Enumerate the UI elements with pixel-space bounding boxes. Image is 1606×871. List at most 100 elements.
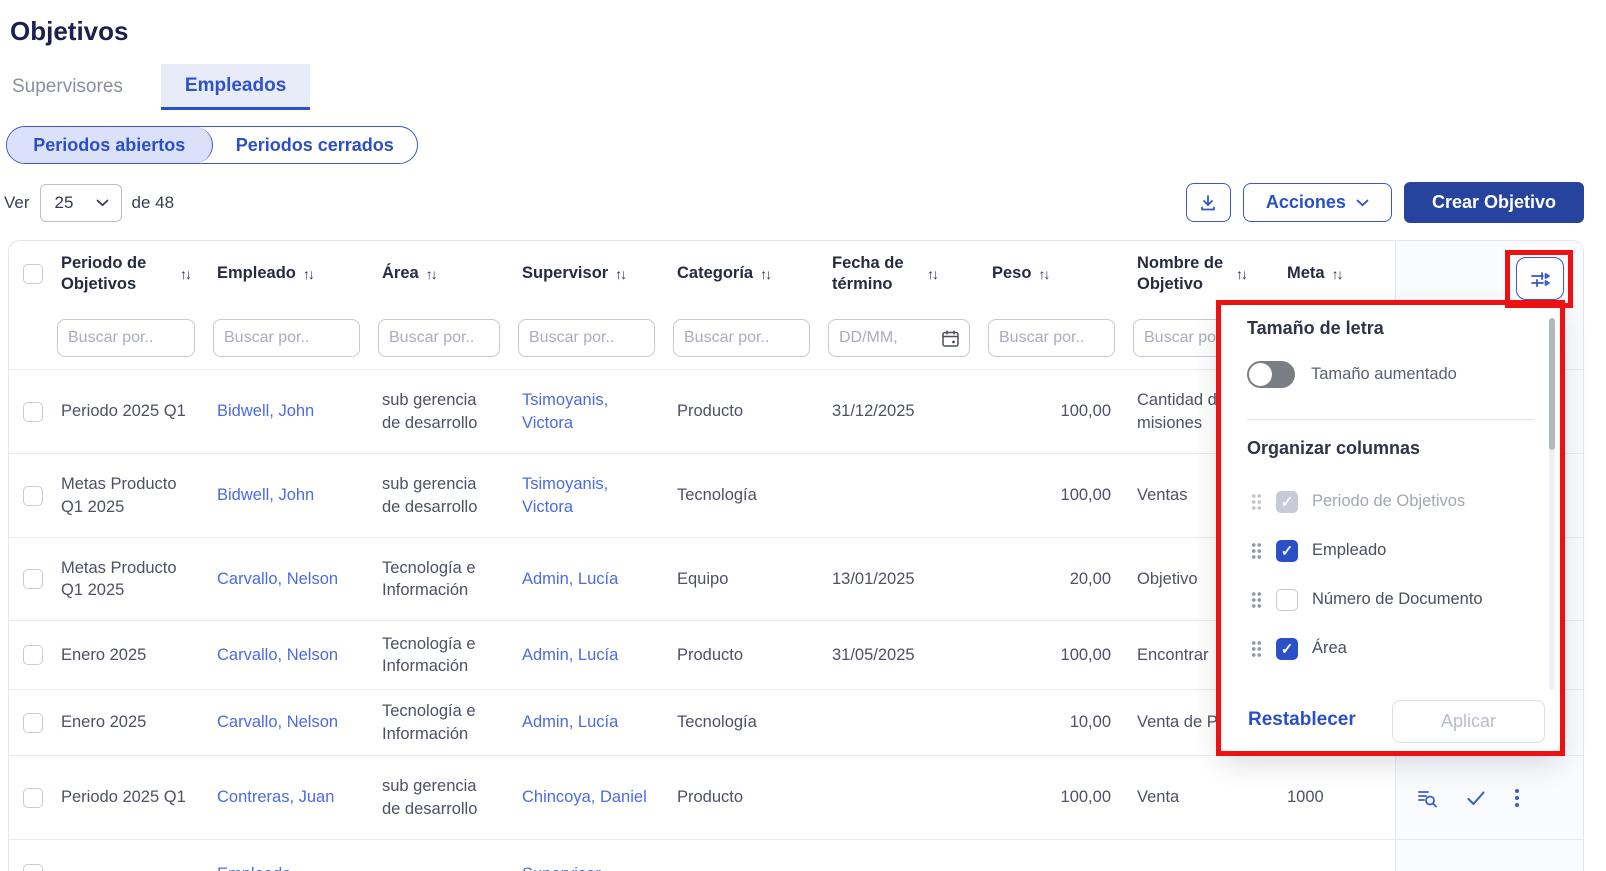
table-row: Periodo 2025 Q1 Contreras, Juan sub gere… bbox=[9, 755, 1583, 839]
cell-area: sub gerencia de desarrollo bbox=[370, 370, 510, 453]
row-checkbox[interactable] bbox=[23, 402, 43, 422]
cell-fecha: 31/12/2025 bbox=[820, 370, 980, 453]
cell-empleado-link[interactable]: Empleado bbox=[205, 840, 370, 871]
cell-fecha bbox=[820, 756, 980, 839]
column-label: Área bbox=[1312, 639, 1347, 658]
cell-peso: 20,00 bbox=[980, 538, 1125, 620]
tab-supervisores[interactable]: Supervisores bbox=[10, 64, 147, 110]
col-header-periodo[interactable]: Periodo de Objetivos ↑↓ bbox=[49, 241, 205, 307]
col-header-empleado[interactable]: Empleado ↑↓ bbox=[205, 241, 370, 307]
popup-scrollbar-thumb[interactable] bbox=[1549, 318, 1555, 450]
cell-fecha: 31/05/2025 bbox=[820, 621, 980, 689]
column-checkbox[interactable] bbox=[1276, 589, 1298, 611]
cell-area: sub gerencia de desarrollo bbox=[370, 756, 510, 839]
column-settings-button[interactable] bbox=[1516, 257, 1564, 300]
cell-empleado-link[interactable]: Carvallo, Nelson bbox=[205, 538, 370, 620]
fecha-termino-date-input[interactable]: DD/MM, bbox=[828, 319, 970, 357]
col-header-area[interactable]: Área ↑↓ bbox=[370, 241, 510, 307]
cell-empleado-link[interactable]: Contreras, Juan bbox=[205, 756, 370, 839]
col-label: Supervisor bbox=[522, 263, 608, 284]
cell-peso: 10,00 bbox=[980, 690, 1125, 755]
popup-footer: Restablecer Aplicar bbox=[1221, 698, 1560, 746]
crear-objetivo-button[interactable]: Crear Objetivo bbox=[1404, 182, 1584, 223]
search-area-input[interactable] bbox=[378, 319, 500, 357]
col-header-categoria[interactable]: Categoría ↑↓ bbox=[665, 241, 820, 307]
drag-handle-icon[interactable] bbox=[1251, 542, 1262, 559]
kebab-menu-icon[interactable] bbox=[1514, 787, 1520, 809]
row-checkbox[interactable] bbox=[23, 864, 43, 871]
column-list-item: Empleado bbox=[1221, 526, 1560, 575]
cell-empleado-link[interactable]: Carvallo, Nelson bbox=[205, 621, 370, 689]
cell-periodo bbox=[49, 840, 205, 871]
acciones-label: Acciones bbox=[1266, 192, 1346, 213]
drag-handle-icon[interactable] bbox=[1251, 493, 1262, 510]
sort-icon: ↑↓ bbox=[180, 266, 190, 282]
cell-supervisor-link[interactable]: Supervisor bbox=[510, 840, 665, 871]
chevron-down-icon bbox=[1356, 199, 1369, 207]
cell-fecha: 13/01/2025 bbox=[820, 538, 980, 620]
download-button[interactable] bbox=[1186, 183, 1231, 222]
cell-supervisor-link[interactable]: Admin, Lucía bbox=[510, 690, 665, 755]
cell-periodo: Enero 2025 bbox=[49, 621, 205, 689]
restablecer-button[interactable]: Restablecer bbox=[1248, 709, 1356, 731]
row-checkbox[interactable] bbox=[23, 645, 43, 665]
col-header-meta[interactable]: Meta ↑↓ bbox=[1275, 241, 1395, 307]
row-checkbox[interactable] bbox=[23, 569, 43, 589]
cell-periodo: Enero 2025 bbox=[49, 690, 205, 755]
tab-empleados[interactable]: Empleados bbox=[161, 64, 310, 110]
cell-peso: 100,00 bbox=[980, 621, 1125, 689]
cell-nombre bbox=[1125, 840, 1275, 871]
cell-supervisor-link[interactable]: Admin, Lucía bbox=[510, 621, 665, 689]
cell-empleado-link[interactable]: Bidwell, John bbox=[205, 370, 370, 453]
row-checkbox[interactable] bbox=[23, 486, 43, 506]
font-size-toggle[interactable] bbox=[1247, 361, 1295, 388]
header-checkbox-cell bbox=[9, 241, 49, 307]
cell-supervisor-link[interactable]: Tsimoyanis, Victora bbox=[510, 370, 665, 453]
col-header-supervisor[interactable]: Supervisor ↑↓ bbox=[510, 241, 665, 307]
drag-handle-icon[interactable] bbox=[1251, 640, 1262, 657]
col-header-fecha[interactable]: Fecha de término ↑↓ bbox=[820, 241, 980, 307]
cell-area: sub gerencia de desarrollo bbox=[370, 454, 510, 537]
search-peso-input[interactable] bbox=[988, 319, 1115, 357]
calendar-icon[interactable] bbox=[941, 329, 960, 348]
cell-area bbox=[370, 840, 510, 871]
cell-empleado-link[interactable]: Carvallo, Nelson bbox=[205, 690, 370, 755]
chevron-down-icon bbox=[96, 199, 109, 207]
font-size-section-title: Tamaño de letra bbox=[1247, 318, 1384, 339]
approve-check-icon[interactable] bbox=[1465, 787, 1487, 809]
row-checkbox[interactable] bbox=[23, 788, 43, 808]
search-empleado-input[interactable] bbox=[213, 319, 360, 357]
cell-categoria: Tecnología bbox=[665, 454, 820, 537]
filter-periodos-abiertos[interactable]: Periodos abiertos bbox=[7, 127, 213, 163]
cell-peso: 100,00 bbox=[980, 370, 1125, 453]
acciones-button[interactable]: Acciones bbox=[1243, 183, 1392, 222]
col-header-peso[interactable]: Peso ↑↓ bbox=[980, 241, 1125, 307]
cell-fecha bbox=[820, 840, 980, 871]
cell-supervisor-link[interactable]: Chincoya, Daniel bbox=[510, 756, 665, 839]
search-categoria-input[interactable] bbox=[673, 319, 810, 357]
sort-icon: ↑↓ bbox=[1038, 266, 1048, 282]
column-list-item: Periodo de Objetivos bbox=[1221, 477, 1560, 526]
ver-label: Ver bbox=[4, 193, 30, 213]
drag-handle-icon[interactable] bbox=[1251, 591, 1262, 608]
aplicar-button[interactable]: Aplicar bbox=[1392, 700, 1545, 743]
page-size-select[interactable]: 25 bbox=[40, 184, 122, 222]
sort-icon: ↑↓ bbox=[927, 266, 937, 282]
column-checkbox[interactable] bbox=[1276, 638, 1298, 660]
column-checkbox[interactable] bbox=[1276, 540, 1298, 562]
cell-supervisor-link[interactable]: Tsimoyanis, Victora bbox=[510, 454, 665, 537]
cell-actions bbox=[1395, 756, 1583, 839]
col-header-nombre[interactable]: Nombre de Objetivo ↑↓ bbox=[1125, 241, 1275, 307]
view-details-icon[interactable] bbox=[1416, 787, 1438, 809]
organize-columns-title: Organizar columnas bbox=[1247, 438, 1420, 459]
cell-supervisor-link[interactable]: Admin, Lucía bbox=[510, 538, 665, 620]
cell-empleado-link[interactable]: Bidwell, John bbox=[205, 454, 370, 537]
column-checkbox[interactable] bbox=[1276, 491, 1298, 513]
col-label: Categoría bbox=[677, 263, 753, 284]
search-periodo-input[interactable] bbox=[57, 319, 195, 357]
select-all-checkbox[interactable] bbox=[23, 264, 43, 284]
filter-periodos-cerrados[interactable]: Periodos cerrados bbox=[213, 127, 418, 163]
row-checkbox[interactable] bbox=[23, 713, 43, 733]
search-supervisor-input[interactable] bbox=[518, 319, 655, 357]
cell-peso: 100,00 bbox=[980, 756, 1125, 839]
